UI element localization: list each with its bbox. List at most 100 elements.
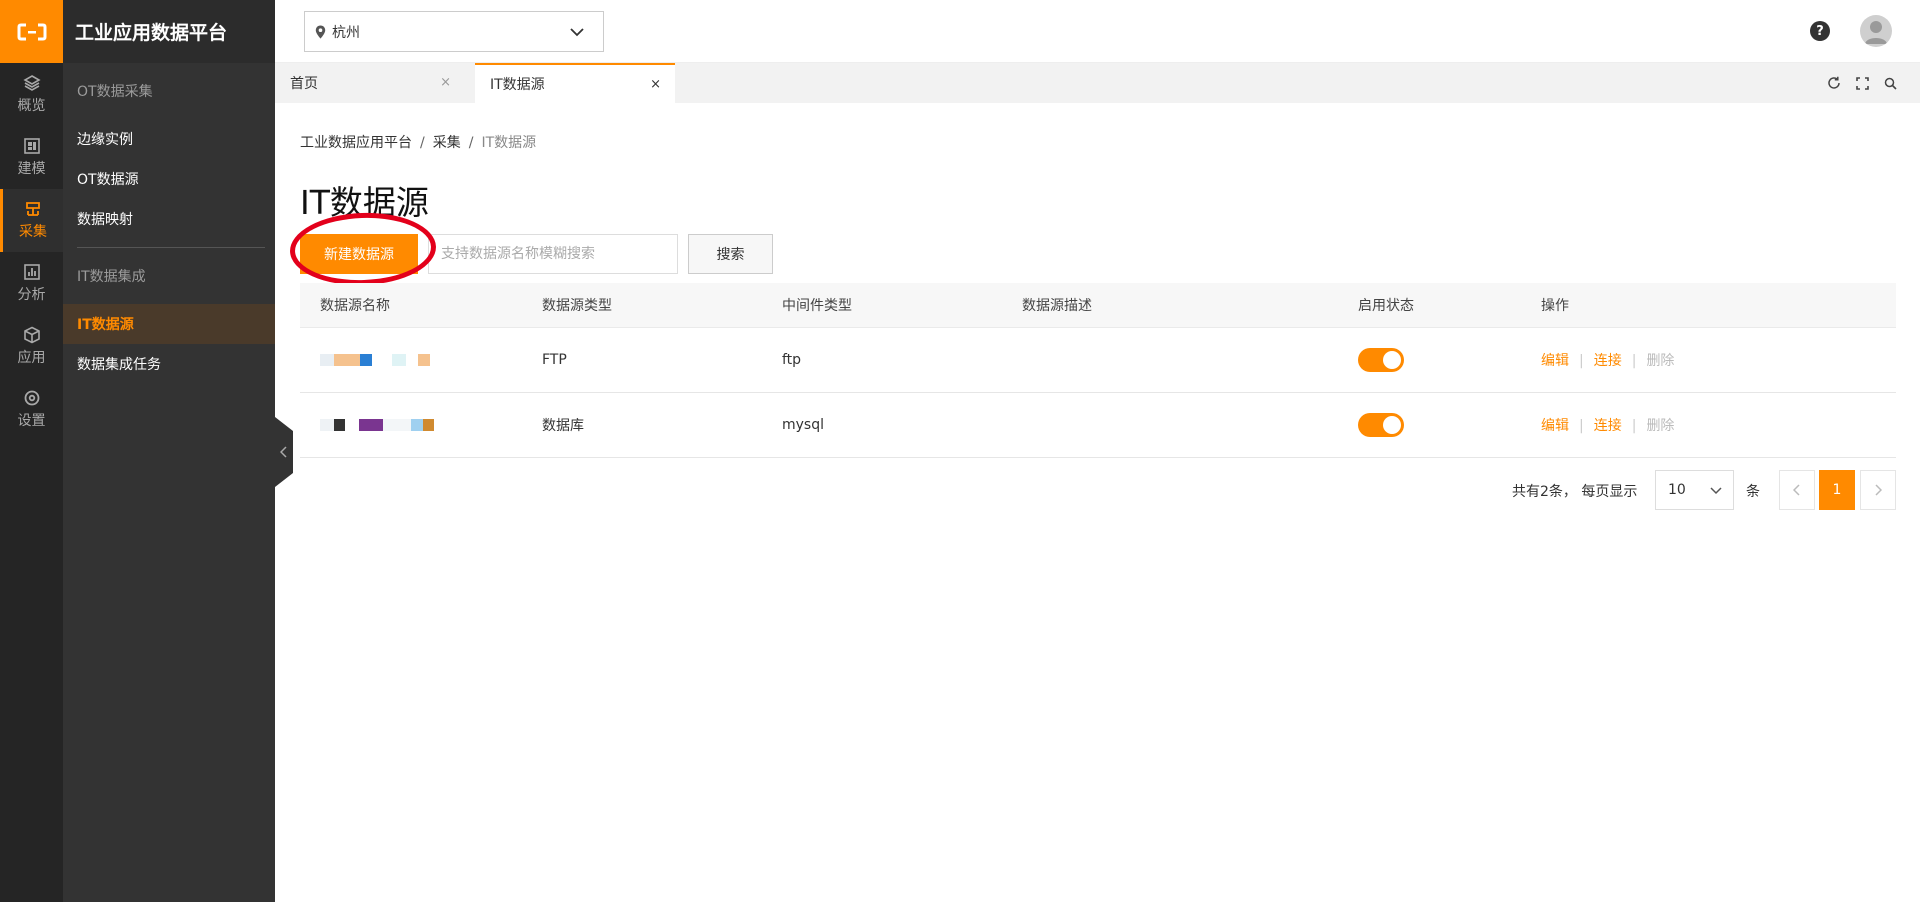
search-input[interactable] bbox=[428, 234, 678, 274]
tab-home[interactable]: 首页 × bbox=[275, 63, 465, 103]
redacted-name bbox=[320, 354, 430, 366]
cube-icon bbox=[23, 326, 40, 344]
chart-icon bbox=[23, 264, 40, 280]
tab-it-datasource[interactable]: IT数据源 × bbox=[475, 63, 675, 103]
action-separator: | bbox=[1631, 353, 1637, 369]
delete-link: 删除 bbox=[1646, 418, 1675, 434]
rail-item-overview[interactable]: 概览 bbox=[0, 63, 63, 126]
sidebar-collapse-handle[interactable] bbox=[275, 417, 293, 487]
top-bar: 杭州 ? bbox=[275, 0, 1920, 63]
breadcrumb-item[interactable]: 采集 bbox=[433, 135, 461, 151]
rail-item-collect[interactable]: 采集 bbox=[0, 189, 63, 252]
breadcrumb-current: IT数据源 bbox=[481, 135, 537, 151]
row-actions: 编辑 | 连接 | 删除 bbox=[1541, 415, 1674, 435]
rail-item-label: 应用 bbox=[17, 350, 46, 366]
connect-link[interactable]: 连接 bbox=[1594, 418, 1622, 434]
collect-icon bbox=[26, 202, 40, 216]
breadcrumb-item[interactable]: 工业数据应用平台 bbox=[300, 135, 412, 151]
column-header: 数据源名称 bbox=[320, 298, 390, 314]
nav-item-ot-datasource[interactable]: OT数据源 bbox=[63, 159, 275, 199]
user-icon bbox=[1865, 21, 1887, 44]
help-icon[interactable]: ? bbox=[1810, 21, 1830, 41]
search-button[interactable]: 搜索 bbox=[688, 234, 773, 274]
location-pin-icon bbox=[315, 25, 326, 38]
tab-label: 首页 bbox=[290, 76, 318, 92]
rail-item-analysis[interactable]: 分析 bbox=[0, 252, 63, 315]
breadcrumb-separator: / bbox=[468, 135, 474, 151]
breadcrumb-separator: / bbox=[420, 135, 425, 151]
close-icon[interactable]: × bbox=[650, 77, 661, 92]
page-size-unit: 条 bbox=[1746, 484, 1760, 500]
enable-toggle[interactable] bbox=[1358, 413, 1404, 437]
column-header: 数据源描述 bbox=[1022, 298, 1092, 314]
edit-link[interactable]: 编辑 bbox=[1541, 418, 1569, 434]
column-header: 启用状态 bbox=[1358, 298, 1414, 314]
logo-icon[interactable] bbox=[0, 0, 63, 63]
gear-icon bbox=[24, 390, 39, 406]
region-select[interactable]: 杭州 bbox=[304, 11, 604, 52]
rail-item-label: 设置 bbox=[17, 413, 46, 429]
rail-item-settings[interactable]: 设置 bbox=[0, 378, 63, 441]
tab-bar: 首页 × IT数据源 × bbox=[275, 63, 1920, 103]
rail-item-label: 分析 bbox=[17, 287, 46, 303]
middleware-type: mysql bbox=[782, 417, 824, 433]
new-datasource-button[interactable]: 新建数据源 bbox=[300, 234, 418, 274]
close-icon[interactable]: × bbox=[440, 75, 451, 90]
connect-link[interactable]: 连接 bbox=[1594, 353, 1622, 369]
datasource-type: FTP bbox=[542, 352, 567, 368]
pagination: 共有2条， 每页显示 10 条 1 bbox=[300, 470, 1896, 510]
middleware-type: ftp bbox=[782, 352, 802, 368]
layers-icon bbox=[22, 75, 41, 91]
edit-link[interactable]: 编辑 bbox=[1541, 353, 1569, 369]
page-number[interactable]: 1 bbox=[1819, 470, 1855, 510]
table-header: 数据源名称 数据源类型 中间件类型 数据源描述 启用状态 操作 bbox=[300, 283, 1896, 328]
column-header: 操作 bbox=[1541, 298, 1569, 314]
app-title: 工业应用数据平台 bbox=[63, 0, 275, 63]
total-count: 共有2条， 每页显示 bbox=[1512, 484, 1638, 500]
page-size-select[interactable]: 10 bbox=[1655, 470, 1734, 510]
prev-page-button[interactable] bbox=[1779, 470, 1815, 510]
chevron-down-icon bbox=[1710, 487, 1722, 495]
nav-item-edge-instance[interactable]: 边缘实例 bbox=[63, 119, 275, 159]
rail-item-label: 概览 bbox=[17, 98, 46, 114]
nav-group-ot: OT数据采集 bbox=[77, 84, 153, 100]
column-header: 数据源类型 bbox=[542, 298, 612, 314]
chevron-left-icon bbox=[1793, 484, 1800, 496]
rail-item-modeling[interactable]: 建模 bbox=[0, 126, 63, 189]
nav-item-data-mapping[interactable]: 数据映射 bbox=[63, 199, 275, 239]
nav-group-it: IT数据集成 bbox=[77, 269, 146, 285]
rail-item-apps[interactable]: 应用 bbox=[0, 315, 63, 378]
tab-tools bbox=[1826, 75, 1898, 91]
table-row: 数据库 mysql 编辑 | 连接 | 删除 bbox=[300, 393, 1896, 458]
avatar[interactable] bbox=[1860, 15, 1892, 47]
enable-toggle[interactable] bbox=[1358, 348, 1404, 372]
action-separator: | bbox=[1579, 418, 1584, 434]
refresh-icon[interactable] bbox=[1826, 75, 1842, 91]
chevron-down-icon bbox=[570, 28, 584, 37]
row-actions: 编辑 | 连接 | 删除 bbox=[1541, 350, 1674, 370]
icon-rail: 概览 建模 采集 分析 应用 设置 bbox=[0, 0, 63, 902]
fullscreen-icon[interactable] bbox=[1854, 75, 1870, 91]
action-separator: | bbox=[1579, 353, 1584, 369]
action-separator: | bbox=[1631, 418, 1637, 434]
next-page-button[interactable] bbox=[1860, 470, 1896, 510]
region-value: 杭州 bbox=[332, 24, 360, 41]
secondary-nav: 工业应用数据平台 OT数据采集 边缘实例 OT数据源 数据映射 IT数据集成 I… bbox=[63, 0, 275, 902]
column-header: 中间件类型 bbox=[782, 298, 852, 314]
datasource-type: 数据库 bbox=[542, 418, 584, 434]
chevron-left-icon bbox=[280, 446, 287, 458]
breadcrumb: 工业数据应用平台 / 采集 / IT数据源 bbox=[300, 132, 536, 152]
search-icon[interactable] bbox=[1882, 75, 1898, 91]
chevron-right-icon bbox=[1875, 484, 1882, 496]
datasource-table: 数据源名称 数据源类型 中间件类型 数据源描述 启用状态 操作 FTP ftp … bbox=[300, 283, 1896, 458]
table-row: FTP ftp 编辑 | 连接 | 删除 bbox=[300, 328, 1896, 393]
nav-item-it-datasource[interactable]: IT数据源 bbox=[63, 304, 275, 344]
rail-item-label: 建模 bbox=[17, 161, 46, 177]
redacted-name bbox=[320, 419, 434, 431]
delete-link: 删除 bbox=[1646, 353, 1675, 369]
page-title: IT数据源 bbox=[300, 183, 429, 222]
tab-label: IT数据源 bbox=[490, 77, 545, 93]
nav-item-integration-task[interactable]: 数据集成任务 bbox=[63, 344, 275, 384]
page-size-value: 10 bbox=[1668, 482, 1686, 498]
model-icon bbox=[23, 138, 40, 154]
